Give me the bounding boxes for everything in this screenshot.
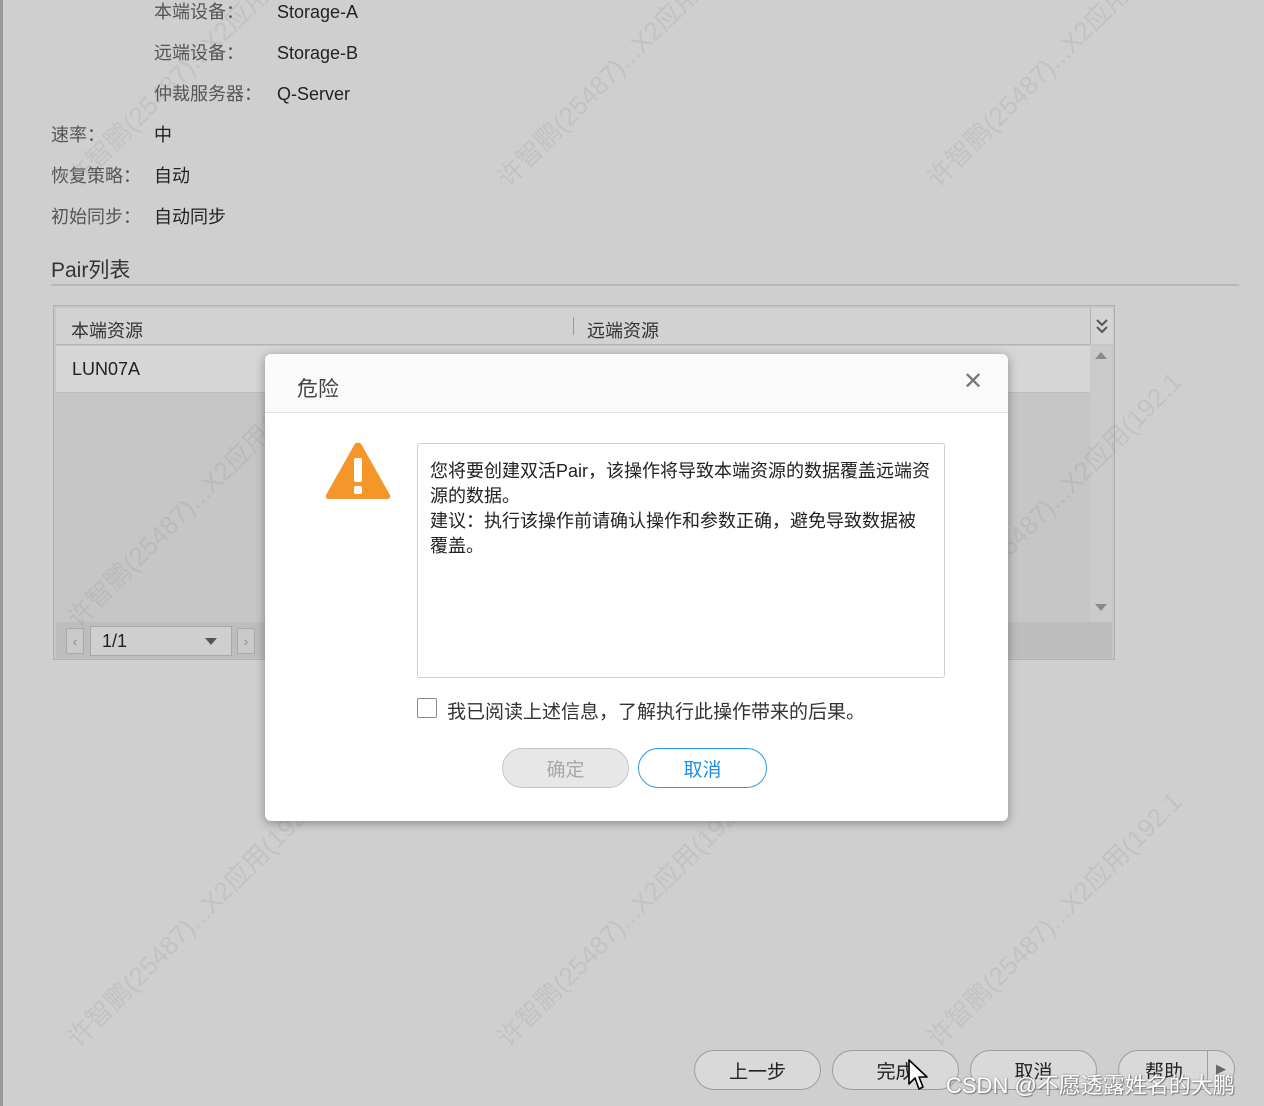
rate-row: 速率： 中 [51, 124, 172, 146]
rate-label: 速率： [51, 125, 105, 145]
chevron-down-icon [205, 638, 217, 645]
dialog-header: 危险 ✕ [265, 354, 1008, 413]
acknowledge-checkbox[interactable] [417, 698, 437, 718]
column-header-local[interactable]: 本端资源 [71, 317, 143, 343]
watermark: 许智鹏(25487)...X2应用(192.1 [491, 786, 758, 1053]
scroll-up-icon[interactable] [1095, 352, 1107, 359]
acknowledge-label[interactable]: 我已阅读上述信息，了解执行此操作带来的后果。 [447, 697, 865, 724]
remote-device-label: 远端设备： [154, 43, 244, 63]
column-separator[interactable] [573, 317, 574, 335]
remote-device-row: 远端设备： Storage-B [154, 42, 358, 64]
dialog-message: 您将要创建双活Pair，该操作将导致本端资源的数据覆盖远端资源的数据。 建议：执… [417, 443, 945, 678]
local-device-row: 本端设备： Storage-A [154, 1, 358, 23]
recovery-policy-value: 自动 [154, 166, 190, 186]
finish-button[interactable]: 完成 [832, 1050, 959, 1090]
credit-watermark: CSDN @不愿透露姓名的大鹏 [946, 1073, 1235, 1098]
double-chevron-down-icon[interactable] [1090, 308, 1113, 344]
page-select[interactable]: 1/1 [90, 626, 232, 656]
initial-sync-label: 初始同步： [51, 207, 141, 227]
dialog-cancel-button[interactable]: 取消 [638, 748, 767, 788]
local-device-label: 本端设备： [154, 2, 244, 22]
window-left-border [0, 0, 3, 1106]
remote-device-value: Storage-B [277, 43, 359, 63]
quorum-server-row: 仲裁服务器： Q-Server [154, 83, 350, 105]
watermark: 许智鹏(25487)...X2应用(192.1 [921, 0, 1188, 193]
table-cell-local: LUN07A [72, 359, 141, 379]
column-header-remote[interactable]: 远端资源 [587, 317, 659, 343]
scroll-down-icon[interactable] [1095, 604, 1107, 611]
page-select-value: 1/1 [102, 631, 128, 651]
watermark: 许智鹏(25487)...X2应用(192.1 [921, 786, 1188, 1053]
recovery-policy-row: 恢复策略： 自动 [51, 165, 190, 187]
vertical-scrollbar[interactable] [1090, 346, 1112, 622]
initial-sync-value: 自动同步 [154, 207, 226, 227]
recovery-policy-label: 恢复策略： [51, 166, 141, 186]
quorum-server-label: 仲裁服务器： [154, 84, 262, 104]
local-device-value: Storage-A [277, 2, 359, 22]
watermark: 许智鹏(25487)...X2应用(192.1 [61, 786, 328, 1053]
previous-step-button[interactable]: 上一步 [694, 1050, 821, 1090]
danger-dialog: 危险 ✕ 您将要创建双活Pair，该操作将导致本端资源的数据覆盖远端资源的数据。… [265, 354, 1008, 821]
initial-sync-row: 初始同步： 自动同步 [51, 206, 226, 228]
confirm-button[interactable]: 确定 [502, 748, 629, 788]
chevron-right-icon[interactable]: › [237, 628, 255, 654]
rate-value: 中 [154, 125, 172, 145]
mouse-cursor-icon [907, 1058, 929, 1097]
warning-triangle-icon [323, 440, 393, 507]
dialog-title: 危险 [297, 378, 339, 401]
quorum-server-value: Q-Server [277, 84, 351, 104]
table-header: 本端资源 远端资源 [56, 308, 1090, 345]
section-divider [51, 284, 1239, 286]
watermark: 许智鹏(25487)...X2应用(192.1 [491, 0, 758, 193]
close-icon[interactable]: ✕ [963, 370, 983, 394]
pair-list-title: Pair列表 [51, 259, 131, 282]
chevron-left-icon[interactable]: ‹ [66, 628, 84, 654]
